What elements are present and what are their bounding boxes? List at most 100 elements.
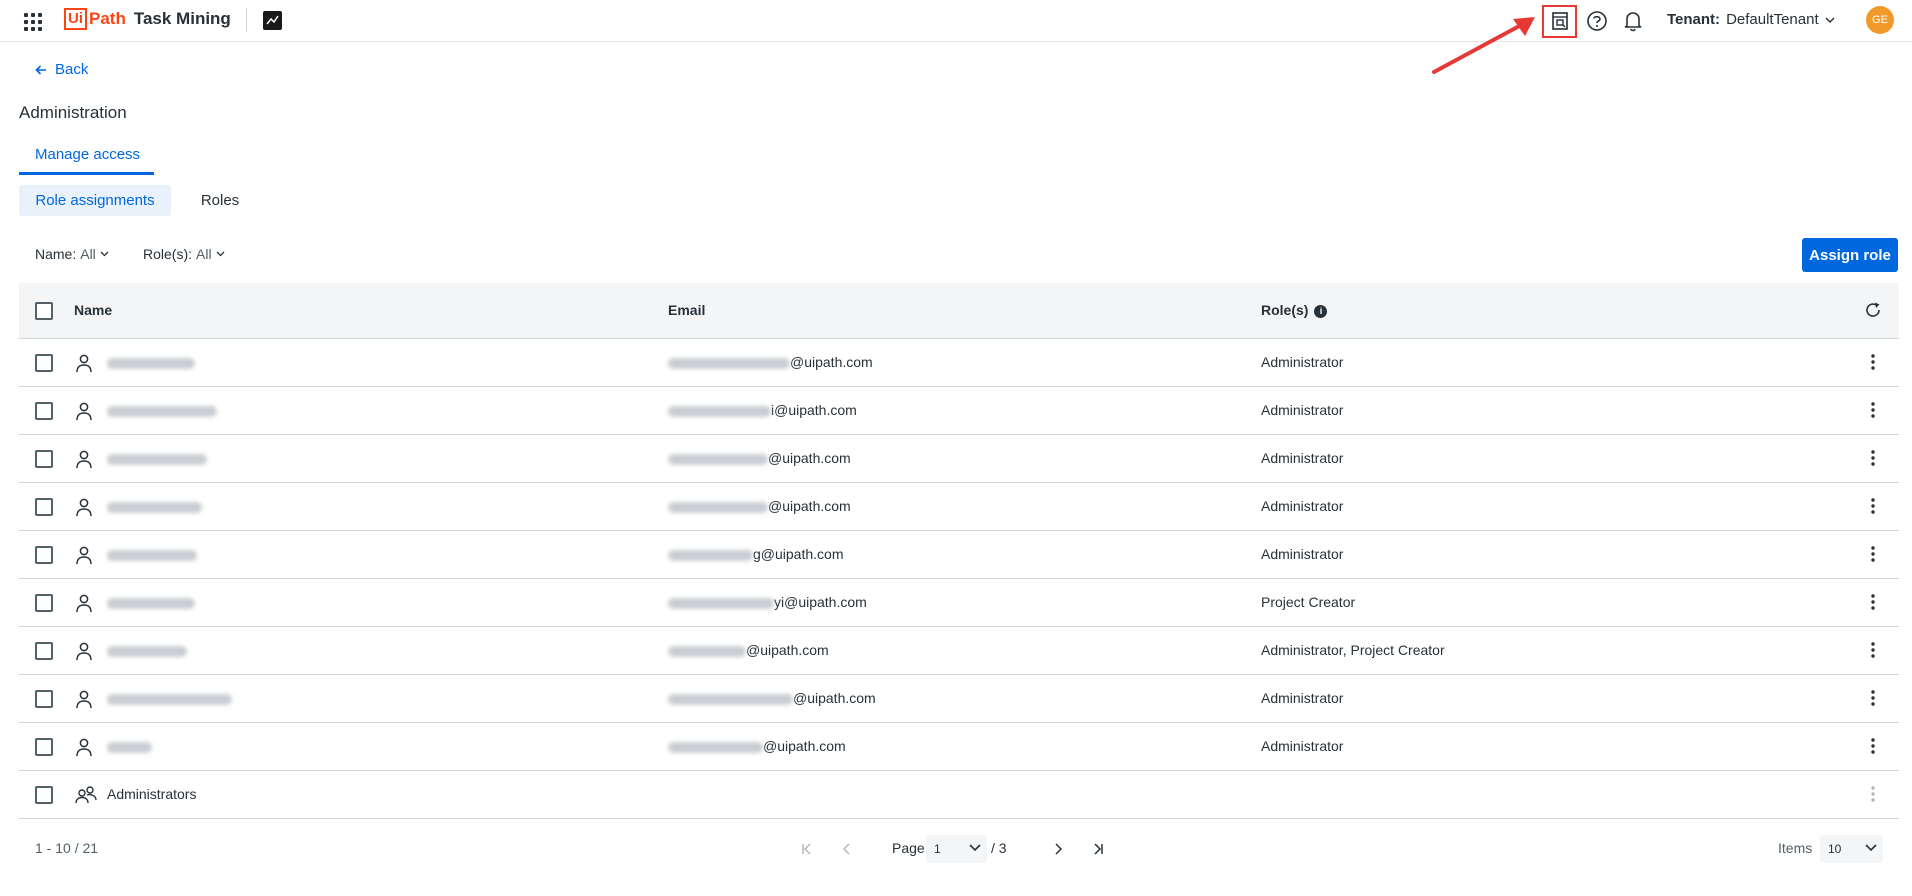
redacted-name: [107, 454, 207, 465]
row-checkbox[interactable]: [35, 738, 53, 756]
assign-role-button[interactable]: Assign role: [1802, 238, 1898, 272]
email-domain: @uipath.com: [763, 738, 846, 754]
tab-roles[interactable]: Roles: [190, 185, 250, 216]
redacted-email: [668, 357, 790, 369]
row-checkbox[interactable]: [35, 690, 53, 708]
redacted-name: [107, 742, 152, 753]
info-icon[interactable]: i: [1314, 304, 1328, 318]
roles-filter-value: All: [196, 246, 212, 262]
redacted-email: [668, 453, 768, 465]
annotation-arrow-icon: [1432, 17, 1535, 74]
user-icon: [76, 354, 92, 373]
email-cell: @uipath.com: [668, 642, 829, 658]
help-icon[interactable]: [1586, 10, 1608, 32]
more-options-icon[interactable]: [1871, 737, 1875, 755]
next-page-icon[interactable]: [1047, 838, 1069, 860]
redacted-name: [107, 502, 202, 513]
group-name: Administrators: [107, 786, 197, 802]
items-label: Items: [1778, 840, 1813, 856]
first-page-icon[interactable]: [796, 838, 818, 860]
email-domain: @uipath.com: [768, 498, 851, 514]
items-per-page-select[interactable]: 10: [1820, 835, 1883, 863]
back-link[interactable]: Back: [35, 61, 88, 78]
user-icon: [76, 546, 92, 565]
row-checkbox[interactable]: [35, 354, 53, 372]
task-mining-app-icon[interactable]: [263, 11, 282, 30]
select-all-checkbox[interactable]: [35, 302, 53, 320]
page-total: / 3: [991, 840, 1007, 856]
row-checkbox[interactable]: [35, 546, 53, 564]
more-options-icon[interactable]: [1871, 353, 1875, 371]
arrow-left-icon: [35, 64, 46, 75]
user-icon: [76, 498, 92, 517]
items-select-value: 10: [1828, 842, 1842, 856]
tab-role-assignments[interactable]: Role assignments: [19, 185, 171, 216]
column-header-roles-label: Role(s): [1261, 302, 1309, 318]
row-checkbox[interactable]: [35, 594, 53, 612]
table-row[interactable]: @uipath.com Administrator: [19, 483, 1899, 531]
user-icon: [76, 450, 92, 469]
table-row[interactable]: @uipath.com Administrator: [19, 339, 1899, 387]
email-cell: @uipath.com: [668, 498, 851, 514]
table-row[interactable]: @uipath.com Administrator: [19, 435, 1899, 483]
email-domain: yi@uipath.com: [774, 594, 867, 610]
user-icon: [76, 594, 92, 613]
tab-manage-access[interactable]: Manage access: [19, 143, 154, 175]
column-header-email[interactable]: Email: [668, 302, 705, 318]
uipath-logo[interactable]: Ui Path Task Mining: [64, 8, 231, 30]
group-icon: [75, 786, 97, 804]
redacted-email: [668, 741, 763, 753]
table-row-group[interactable]: Administrators: [19, 771, 1899, 819]
row-checkbox[interactable]: [35, 498, 53, 516]
table-row[interactable]: @uipath.com Administrator, Project Creato…: [19, 627, 1899, 675]
roles-filter[interactable]: Role(s): All: [143, 246, 225, 262]
email-domain: @uipath.com: [746, 642, 829, 658]
row-checkbox[interactable]: [35, 402, 53, 420]
previous-page-icon[interactable]: [836, 838, 858, 860]
header-divider: [246, 8, 247, 32]
chevron-down-icon: [1825, 17, 1835, 23]
roles-cell: Administrator: [1261, 738, 1344, 754]
page-select[interactable]: 1: [926, 835, 987, 863]
tenant-value: DefaultTenant: [1726, 11, 1819, 28]
tenant-selector[interactable]: Tenant: DefaultTenant: [1667, 11, 1835, 28]
top-bar: Ui Path Task Mining Tenant: DefaultTenan…: [0, 0, 1912, 42]
more-options-icon[interactable]: [1871, 593, 1875, 611]
user-icon: [76, 690, 92, 709]
refresh-icon[interactable]: [1864, 301, 1882, 323]
redacted-name: [107, 646, 187, 657]
more-options-icon[interactable]: [1871, 401, 1875, 419]
email-domain: i@uipath.com: [771, 402, 857, 418]
row-checkbox[interactable]: [35, 450, 53, 468]
redacted-email: [668, 645, 746, 657]
email-cell: @uipath.com: [668, 738, 846, 754]
more-options-icon[interactable]: [1871, 641, 1875, 659]
column-header-name[interactable]: Name: [74, 302, 112, 318]
table-row[interactable]: i@uipath.com Administrator: [19, 387, 1899, 435]
last-page-icon[interactable]: [1087, 838, 1109, 860]
roles-cell: Administrator: [1261, 354, 1344, 370]
email-cell: yi@uipath.com: [668, 594, 867, 610]
row-checkbox[interactable]: [35, 786, 53, 804]
table-row[interactable]: yi@uipath.com Project Creator: [19, 579, 1899, 627]
name-filter[interactable]: Name: All: [35, 246, 109, 262]
table-row[interactable]: @uipath.com Administrator: [19, 675, 1899, 723]
pagination-range: 1 - 10 / 21: [35, 840, 99, 856]
logo-path: Path: [89, 9, 126, 28]
table-row[interactable]: g@uipath.com Administrator: [19, 531, 1899, 579]
more-options-icon[interactable]: [1871, 545, 1875, 563]
chevron-down-icon: [1865, 844, 1877, 852]
apps-grid-icon[interactable]: [22, 11, 42, 31]
more-options-icon[interactable]: [1871, 785, 1875, 803]
user-avatar[interactable]: GE: [1866, 6, 1894, 34]
logo-ui: Ui: [64, 8, 87, 30]
table-row[interactable]: @uipath.com Administrator: [19, 723, 1899, 771]
more-options-icon[interactable]: [1871, 689, 1875, 707]
more-options-icon[interactable]: [1871, 449, 1875, 467]
bell-icon[interactable]: [1622, 10, 1644, 32]
more-options-icon[interactable]: [1871, 497, 1875, 515]
column-header-roles[interactable]: Role(s) i: [1261, 302, 1328, 318]
org-building-icon[interactable]: [1549, 10, 1571, 32]
roles-filter-label: Role(s):: [143, 246, 193, 262]
row-checkbox[interactable]: [35, 642, 53, 660]
